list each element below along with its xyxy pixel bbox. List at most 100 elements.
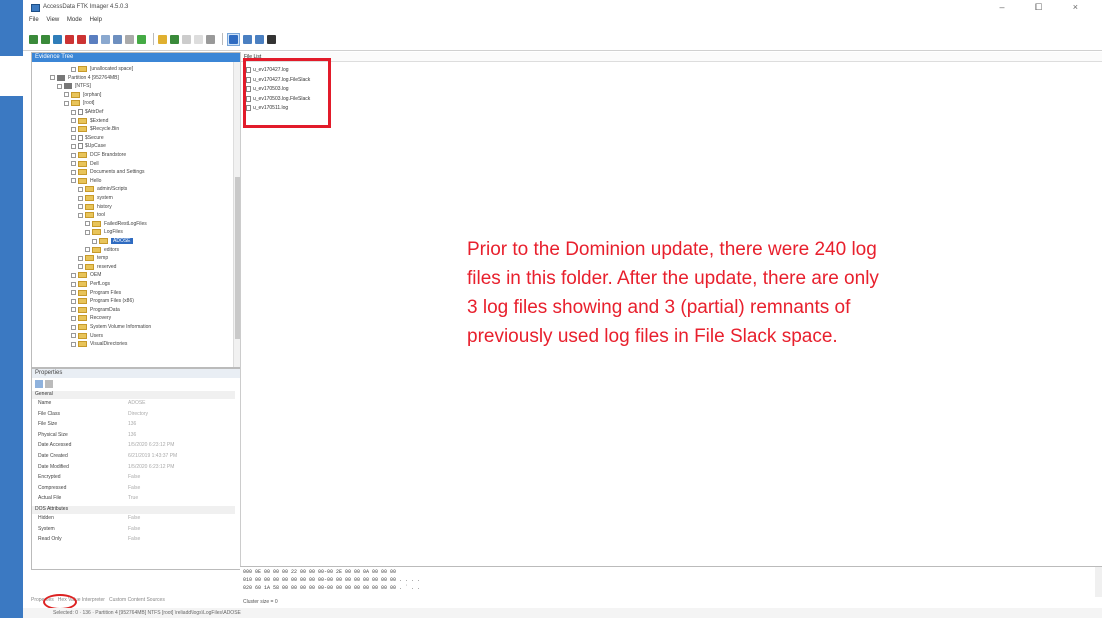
obtain-protected-files-icon[interactable] xyxy=(170,34,179,44)
expand-toggle-icon[interactable] xyxy=(85,221,90,227)
expand-toggle-icon[interactable] xyxy=(71,307,76,313)
expand-toggle-icon[interactable] xyxy=(78,186,83,192)
tree-item[interactable]: $Extend xyxy=(71,117,108,125)
tree-item[interactable]: OEM xyxy=(71,271,101,279)
tree-item[interactable]: Program Files xyxy=(71,289,121,297)
hex-view-icon[interactable] xyxy=(255,34,264,44)
tree-item[interactable]: Dell xyxy=(71,160,99,168)
tree-item[interactable]: [orphan] xyxy=(64,91,101,99)
categorized-icon[interactable] xyxy=(35,380,43,388)
export-files-icon[interactable] xyxy=(194,34,203,44)
hex-scrollbar[interactable] xyxy=(1095,567,1102,597)
alphabetical-icon[interactable] xyxy=(45,380,53,388)
detect-encryption-icon[interactable] xyxy=(182,34,191,44)
expand-toggle-icon[interactable] xyxy=(71,315,76,321)
tab-custom-content-sources[interactable]: Custom Content Sources xyxy=(109,597,165,607)
tree-item[interactable]: $Secure xyxy=(71,134,104,142)
menu-view[interactable]: View xyxy=(46,17,59,23)
tree-item[interactable]: editors xyxy=(85,246,119,254)
expand-toggle-icon[interactable] xyxy=(71,161,76,167)
property-row[interactable]: File Class Directory xyxy=(32,411,232,421)
expand-toggle-icon[interactable] xyxy=(71,135,76,141)
expand-toggle-icon[interactable] xyxy=(78,195,83,201)
text-view-icon[interactable] xyxy=(243,34,252,44)
property-row[interactable]: Name ADOSE xyxy=(32,400,232,410)
image-mounting-icon[interactable] xyxy=(53,34,62,44)
tree-item[interactable]: VisualDirectories xyxy=(71,340,127,348)
export-hash-icon[interactable] xyxy=(206,34,215,44)
expand-toggle-icon[interactable] xyxy=(71,298,76,304)
expand-toggle-icon[interactable] xyxy=(78,264,83,270)
property-row[interactable]: Actual File True xyxy=(32,495,232,505)
expand-toggle-icon[interactable] xyxy=(71,333,76,339)
tree-item[interactable]: tool xyxy=(78,211,105,219)
tree-item[interactable]: $UpCase xyxy=(71,142,106,150)
tree-item[interactable]: admin/Scripts xyxy=(78,185,127,193)
tree-item[interactable]: LogFiles xyxy=(85,228,123,236)
expand-toggle-icon[interactable] xyxy=(71,290,76,296)
remove-evidence-icon[interactable] xyxy=(65,34,74,44)
expand-toggle-icon[interactable] xyxy=(71,281,76,287)
auto-view-toggle[interactable] xyxy=(227,32,240,46)
tree-item[interactable]: Hello xyxy=(71,177,101,185)
create-custom-image-icon[interactable] xyxy=(137,34,146,44)
property-group-general[interactable]: General xyxy=(32,391,235,399)
tree-item[interactable]: ProgramData xyxy=(71,306,120,314)
expand-toggle-icon[interactable] xyxy=(71,66,76,72)
tree-item[interactable]: Users xyxy=(71,332,103,340)
expand-toggle-icon[interactable] xyxy=(71,118,76,124)
add-all-evidence-icon[interactable] xyxy=(41,34,50,44)
tree-item[interactable]: Program Files (x86) xyxy=(71,297,134,305)
expand-toggle-icon[interactable] xyxy=(71,152,76,158)
export-logical-image-icon[interactable] xyxy=(113,34,122,44)
add-evidence-icon[interactable] xyxy=(29,34,38,44)
tree-item[interactable]: PerfLogs xyxy=(71,280,110,288)
help-icon[interactable] xyxy=(267,34,276,44)
tree-item[interactable]: Recovery xyxy=(71,314,111,322)
expand-toggle-icon[interactable] xyxy=(64,92,69,98)
tree-item[interactable]: FailedRestLogFiles xyxy=(85,220,147,228)
expand-toggle-icon[interactable] xyxy=(71,272,76,278)
menu-file[interactable]: File xyxy=(29,17,39,23)
create-disk-image-icon[interactable] xyxy=(89,34,98,44)
property-row[interactable]: Encrypted False xyxy=(32,474,232,484)
expand-toggle-icon[interactable] xyxy=(71,341,76,347)
tree-item[interactable]: system xyxy=(78,194,113,202)
tree-item[interactable]: temp xyxy=(78,254,108,262)
property-row[interactable]: Hidden False xyxy=(32,515,232,525)
expand-toggle-icon[interactable] xyxy=(85,247,90,253)
add-to-custom-content-icon[interactable] xyxy=(125,34,134,44)
property-row[interactable]: Date Modified 1/5/2020 6:23:12 PM xyxy=(32,464,232,474)
expand-toggle-icon[interactable] xyxy=(50,75,55,81)
expand-toggle-icon[interactable] xyxy=(71,126,76,132)
expand-toggle-icon[interactable] xyxy=(78,204,83,210)
tree-item[interactable]: [unallocated space] xyxy=(71,65,133,73)
tree-item[interactable]: $AttrDef xyxy=(71,108,103,116)
menu-help[interactable]: Help xyxy=(90,17,102,23)
expand-toggle-icon[interactable] xyxy=(71,178,76,184)
property-row[interactable]: System False xyxy=(32,526,232,536)
tree-item[interactable]: Documents and Settings xyxy=(71,168,144,176)
decrypt-icon[interactable] xyxy=(158,34,167,44)
property-row[interactable]: Compressed False xyxy=(32,485,232,495)
property-row[interactable]: Read Only False xyxy=(32,536,232,546)
expand-toggle-icon[interactable] xyxy=(71,109,76,115)
tree-item[interactable]: System Volume Information xyxy=(71,323,151,331)
expand-toggle-icon[interactable] xyxy=(85,229,90,235)
remove-all-evidence-icon[interactable] xyxy=(77,34,86,44)
expand-toggle-icon[interactable] xyxy=(71,324,76,330)
property-row[interactable]: Date Accessed 1/5/2020 6:23:12 PM xyxy=(32,442,232,452)
property-row[interactable]: Date Created 6/21/2019 1:43:37 PM xyxy=(32,453,232,463)
tree-item[interactable]: ADOSE xyxy=(92,237,133,245)
expand-toggle-icon[interactable] xyxy=(92,238,97,244)
expand-toggle-icon[interactable] xyxy=(57,83,62,89)
expand-toggle-icon[interactable] xyxy=(71,169,76,175)
property-group-dos[interactable]: DOS Attributes xyxy=(32,506,235,514)
expand-toggle-icon[interactable] xyxy=(78,255,83,261)
tree-item[interactable]: $Recycle.Bin xyxy=(71,125,119,133)
tree-item[interactable]: [root] xyxy=(64,99,94,107)
window-controls[interactable]: – ⧠ × xyxy=(1000,2,1092,13)
menu-mode[interactable]: Mode xyxy=(67,17,82,23)
tree-item[interactable]: reserved xyxy=(78,263,116,271)
expand-toggle-icon[interactable] xyxy=(64,100,69,106)
